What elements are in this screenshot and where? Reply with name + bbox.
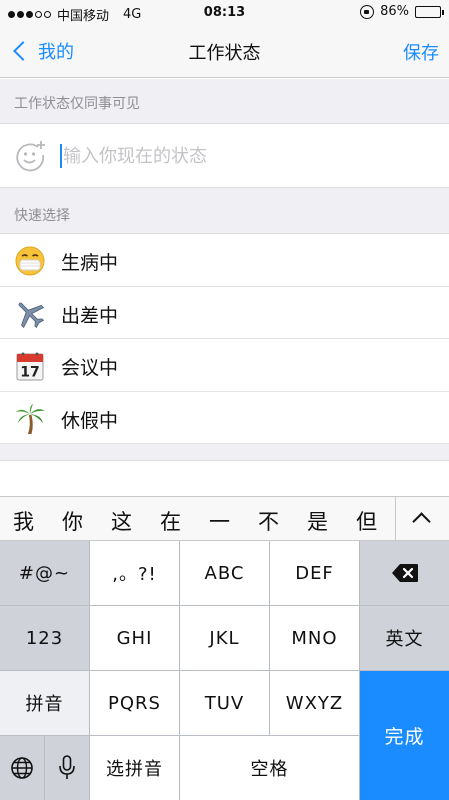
candidate-word[interactable]: 在	[160, 506, 181, 536]
key-mno[interactable]: MNO	[270, 606, 359, 670]
status-bar: 中国移动 4G 08:13 86%	[0, 0, 449, 26]
done-button[interactable]: 完成	[360, 671, 449, 800]
navigation-bar: 我的 工作状态 保存	[0, 26, 449, 78]
quick-item-label: 出差中	[61, 304, 119, 327]
quick-item-sick[interactable]: 生病中	[0, 234, 449, 287]
battery-icon	[415, 5, 444, 18]
candidate-word[interactable]: 这	[111, 506, 132, 536]
palm-tree-icon	[16, 403, 45, 434]
quick-item-meeting[interactable]: 17 会议中	[0, 339, 449, 392]
quick-select-header: 快速选择	[0, 187, 449, 233]
candidate-word[interactable]: 你	[62, 506, 83, 536]
airplane-icon	[18, 302, 45, 328]
key-pqrs[interactable]: PQRS	[90, 671, 179, 735]
delete-key[interactable]	[360, 541, 449, 605]
candidate-bar: 我 你 这 在 一 不 是 但	[0, 496, 449, 541]
key-wxyz[interactable]: WXYZ	[270, 671, 359, 735]
key-punctuation[interactable]: ,。?!	[90, 541, 179, 605]
key-pinyin[interactable]: 拼音	[0, 671, 89, 735]
text-cursor	[60, 144, 62, 168]
key-jkl[interactable]: JKL	[180, 606, 269, 670]
key-tuv[interactable]: TUV	[180, 671, 269, 735]
key-symbols[interactable]: #@~	[0, 541, 89, 605]
delete-icon	[391, 564, 418, 582]
candidate-word[interactable]: 我	[13, 506, 34, 536]
calendar-icon: 17	[16, 352, 44, 381]
key-ghi[interactable]: GHI	[90, 606, 179, 670]
empty-row	[0, 460, 449, 496]
section-gap	[0, 444, 449, 460]
candidate-word[interactable]: 但	[356, 506, 377, 536]
save-button[interactable]: 保存	[403, 39, 439, 65]
quick-select-list: 生病中 出差中 17 会议中 休假中	[0, 233, 449, 444]
status-right: 86%	[360, 4, 444, 19]
quick-item-label: 休假中	[61, 409, 119, 432]
mic-key[interactable]	[45, 736, 89, 800]
candidate-word[interactable]: 是	[307, 506, 328, 536]
battery-percent: 86%	[380, 4, 409, 19]
status-input[interactable]	[63, 140, 433, 172]
key-def[interactable]: DEF	[270, 541, 359, 605]
candidate-word[interactable]: 不	[258, 506, 279, 536]
keyboard: #@~ ,。?! ABC DEF 123 GHI JKL MNO 英文 拼音 P…	[0, 541, 449, 800]
page-title: 工作状态	[188, 43, 261, 64]
key-numbers[interactable]: 123	[0, 606, 89, 670]
add-emoji-icon[interactable]	[14, 140, 46, 172]
calendar-day: 17	[20, 365, 39, 381]
key-abc[interactable]: ABC	[180, 541, 269, 605]
candidate-word[interactable]: 一	[209, 506, 230, 536]
rotation-lock-icon	[360, 4, 375, 19]
key-select-pinyin[interactable]: 选拼音	[90, 736, 179, 800]
globe-key[interactable]	[0, 736, 44, 800]
quick-item-business-trip[interactable]: 出差中	[0, 287, 449, 339]
chevron-up-icon	[412, 512, 431, 531]
key-english[interactable]: 英文	[360, 606, 449, 670]
space-key[interactable]: 空格	[180, 736, 359, 800]
mic-icon	[59, 755, 75, 779]
quick-item-label: 会议中	[61, 357, 119, 379]
mask-face-icon	[15, 246, 45, 276]
status-input-row	[0, 123, 449, 187]
quick-item-vacation[interactable]: 休假中	[0, 392, 449, 444]
globe-icon	[11, 757, 33, 779]
quick-item-label: 生病中	[61, 252, 119, 274]
expand-candidates-button[interactable]	[395, 497, 449, 541]
visibility-note: 工作状态仅同事可见	[0, 79, 449, 123]
